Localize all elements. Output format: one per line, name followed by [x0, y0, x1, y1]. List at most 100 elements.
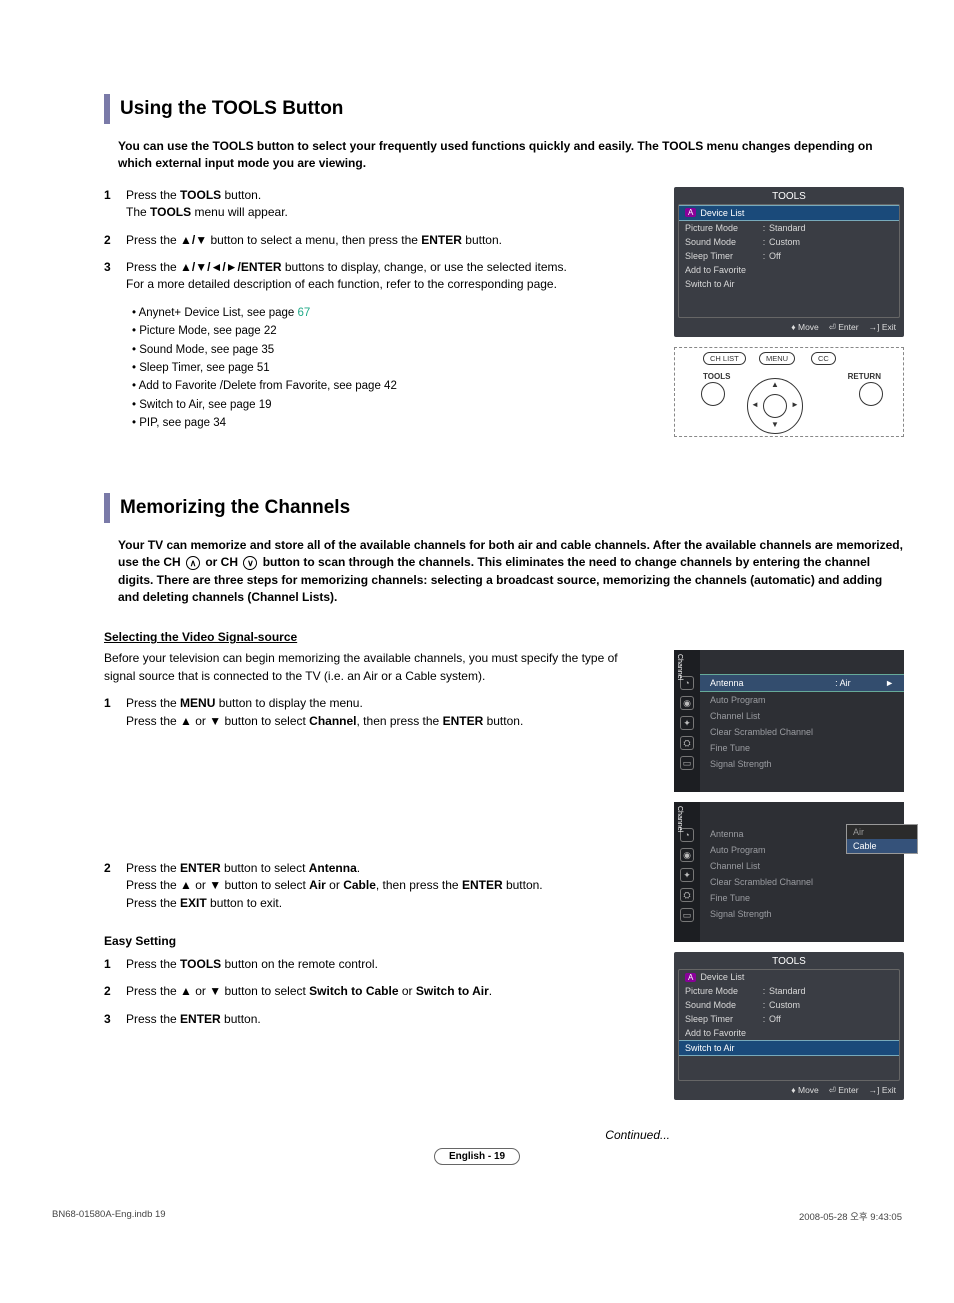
channel-icon: ✦ — [680, 716, 694, 730]
osd-row: Clear Scrambled Channel — [700, 724, 904, 740]
anynet-badge-icon: A — [685, 208, 696, 217]
step-number: 2 — [104, 860, 126, 912]
section-header: Memorizing the Channels — [104, 493, 904, 523]
remote-tools-label: TOOLS — [703, 372, 730, 381]
remote-return-label: RETURN — [848, 372, 881, 381]
osd-row: Switch to Air — [679, 277, 899, 291]
osd-row: Picture Mode:Standard — [679, 984, 899, 998]
step-body: Press the ▲ or ▼ button to select Switch… — [126, 983, 650, 1000]
section-intro: You can use the TOOLS button to select y… — [118, 138, 904, 173]
osd-row-selected: Switch to Air — [679, 1040, 899, 1056]
osd-row: ADevice List — [679, 970, 899, 984]
page-footer: BN68-01580A-Eng.indb 19 2008-05-28 오후 9:… — [50, 1209, 904, 1223]
tools-button-icon — [701, 382, 725, 406]
channel-osd-panel: Channel ◔ ◉ ✦ ⛭ ▭ Antenna: Air► Auto Pro… — [674, 650, 904, 792]
document-page: Using the TOOLS Button You can use the T… — [0, 0, 954, 1263]
step-body: Press the ENTER button to select Antenna… — [126, 860, 650, 912]
osd-row: Clear Scrambled Channel — [700, 874, 904, 890]
osd-row: Channel List — [700, 858, 904, 874]
tools-osd-panel: TOOLS ADevice List Picture Mode:Standard… — [674, 187, 904, 337]
osd-row-selected: Antenna: Air► — [700, 674, 904, 692]
osd-sidebar-label: Channel — [676, 806, 683, 832]
step-body: Press the ▲/▼ button to select a menu, t… — [126, 232, 650, 249]
osd-sidebar-label: Channel — [676, 654, 683, 680]
step-body: Press the ▲/▼/◄/►/ENTER buttons to displ… — [126, 259, 650, 294]
section-accent-bar — [104, 493, 110, 523]
osd-row: Sleep Timer:Off — [679, 249, 899, 263]
reference-bullets: • Anynet+ Device List, see page 67 • Pic… — [132, 304, 650, 433]
move-hint: ♦ Move — [791, 1085, 819, 1096]
osd-title: TOOLS — [674, 187, 904, 204]
step-item: 1 Press the TOOLS button.The TOOLS menu … — [104, 187, 650, 222]
return-button-icon — [859, 382, 883, 406]
footer-timestamp: 2008-05-28 오후 9:43:05 — [799, 1209, 902, 1223]
osd-footer: ♦ Move ⏎ Enter →] Exit — [674, 1081, 904, 1100]
figure-column: TOOLS ADevice List Picture Mode:Standard… — [674, 187, 904, 447]
step-item: 2 Press the ENTER button to select Anten… — [104, 860, 650, 912]
step-number: 1 — [104, 956, 126, 973]
channel-osd-panel-dropdown: Channel ◔ ◉ ✦ ⛭ ▭ Antenna Auto Program C… — [674, 802, 904, 942]
osd-row: Signal Strength — [700, 906, 904, 922]
osd-row: Sound Mode:Custom — [679, 235, 899, 249]
section-header: Using the TOOLS Button — [104, 94, 904, 124]
osd-row: Fine Tune — [700, 890, 904, 906]
osd-row: Add to Favorite — [679, 1026, 899, 1040]
osd-sidebar: Channel ◔ ◉ ✦ ⛭ ▭ — [674, 802, 700, 942]
remote-chlist-button: CH LIST — [703, 352, 746, 365]
page-number-badge: English - 19 — [434, 1148, 520, 1165]
remote-cc-button: CC — [811, 352, 836, 365]
osd-title: TOOLS — [674, 952, 904, 969]
setup-icon: ⛭ — [680, 736, 694, 750]
step-number: 2 — [104, 232, 126, 249]
osd-row: Picture Mode:Standard — [679, 221, 899, 235]
footer-filename: BN68-01580A-Eng.indb 19 — [52, 1209, 166, 1223]
easy-setting-title: Easy Setting — [104, 934, 650, 948]
step-body: Press the TOOLS button.The TOOLS menu wi… — [126, 187, 650, 222]
step-body: Press the MENU button to display the men… — [126, 695, 650, 730]
step-item: 2 Press the ▲/▼ button to select a menu,… — [104, 232, 650, 249]
enter-hint: ⏎ Enter — [829, 322, 859, 333]
osd-footer: ♦ Move ⏎ Enter →] Exit — [674, 318, 904, 337]
sound-icon: ◉ — [680, 848, 694, 862]
step-item: 3 Press the ENTER button. — [104, 1011, 650, 1028]
osd-row: Signal Strength — [700, 756, 904, 772]
step-item: 2 Press the ▲ or ▼ button to select Swit… — [104, 983, 650, 1000]
continued-label: Continued... — [50, 1128, 670, 1142]
section-title: Using the TOOLS Button — [120, 94, 343, 124]
dropdown-option-selected: Cable — [847, 839, 917, 853]
dropdown-option: Air — [847, 825, 917, 839]
instruction-column: 1 Press the TOOLS button.The TOOLS menu … — [104, 187, 650, 447]
step-item: 1 Press the TOOLS button on the remote c… — [104, 956, 650, 973]
subsection-title: Selecting the Video Signal-source — [104, 630, 904, 644]
osd-row: Channel List — [700, 708, 904, 724]
ch-up-icon: ∧ — [186, 556, 200, 570]
section-intro: Your TV can memorize and store all of th… — [118, 537, 904, 607]
osd-row-selected: ADevice List — [679, 205, 899, 221]
antenna-dropdown: Air Cable — [846, 824, 918, 854]
osd-row: Fine Tune — [700, 740, 904, 756]
remote-menu-button: MENU — [759, 352, 795, 365]
ch-down-icon: ∨ — [243, 556, 257, 570]
step-body: Press the ENTER button. — [126, 1011, 650, 1028]
step-item: 3 Press the ▲/▼/◄/►/ENTER buttons to dis… — [104, 259, 650, 294]
exit-hint: →] Exit — [869, 1085, 896, 1096]
osd-row: Auto Program — [700, 692, 904, 708]
move-hint: ♦ Move — [791, 322, 819, 333]
step-body: Press the TOOLS button on the remote con… — [126, 956, 650, 973]
section-accent-bar — [104, 94, 110, 124]
step-number: 3 — [104, 1011, 126, 1028]
setup-icon: ⛭ — [680, 888, 694, 902]
osd-sidebar: Channel ◔ ◉ ✦ ⛭ ▭ — [674, 650, 700, 792]
tools-osd-panel: TOOLS ADevice List Picture Mode:Standard… — [674, 952, 904, 1100]
remote-diagram: CH LIST MENU CC TOOLS RETURN ▲ ▼ ◄ ► — [674, 347, 904, 437]
input-icon: ▭ — [680, 756, 694, 770]
enter-button-icon — [763, 394, 787, 418]
step-number: 1 — [104, 187, 126, 222]
section-title: Memorizing the Channels — [120, 493, 350, 523]
channel-icon: ✦ — [680, 868, 694, 882]
exit-hint: →] Exit — [869, 322, 896, 333]
step-number: 3 — [104, 259, 126, 294]
step-number: 1 — [104, 695, 126, 730]
osd-row: Sleep Timer:Off — [679, 1012, 899, 1026]
input-icon: ▭ — [680, 908, 694, 922]
